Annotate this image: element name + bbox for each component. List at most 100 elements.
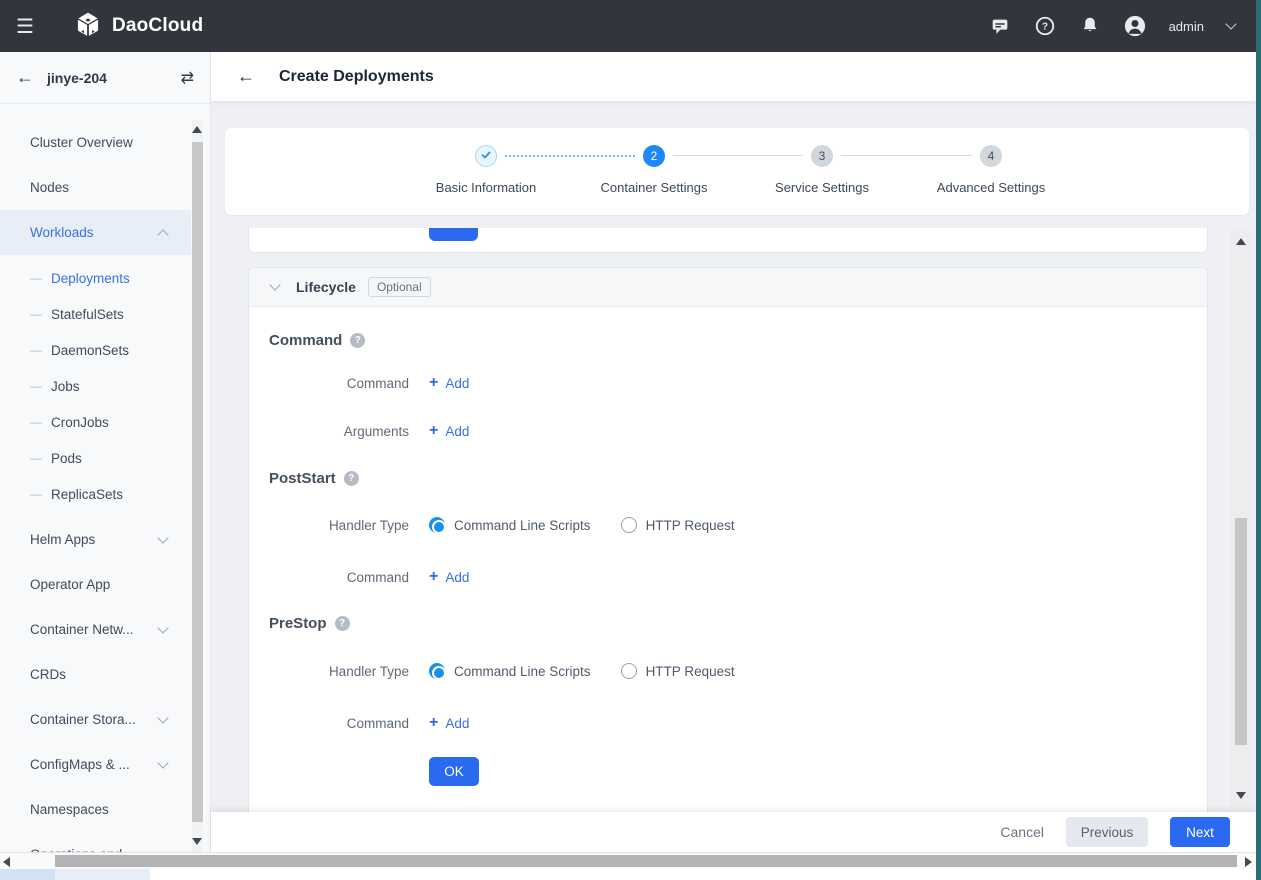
field-label: Command	[269, 570, 409, 585]
sidebar-item-workloads[interactable]: Workloads	[0, 210, 191, 255]
add-prestop-command-button[interactable]: + Add	[429, 714, 469, 732]
question-help-icon[interactable]: ?	[335, 616, 350, 631]
cancel-button[interactable]: Cancel	[1000, 824, 1044, 840]
chevron-down-icon	[157, 712, 168, 723]
step-2-circle[interactable]: 2	[643, 145, 665, 167]
sidebar-item-label: Cluster Overview	[30, 135, 133, 150]
wizard-footer: Cancel Previous Next	[211, 812, 1256, 852]
sidebar-item-statefulsets[interactable]: —StatefulSets	[0, 296, 191, 332]
sidebar-item-label: Nodes	[30, 180, 69, 195]
step-3-label[interactable]: Service Settings	[775, 180, 869, 195]
avatar-icon[interactable]	[1124, 15, 1146, 37]
sidebar-item-container-stora[interactable]: Container Stora...	[0, 697, 191, 742]
brand-logo[interactable]: DaoCloud	[74, 10, 203, 43]
sidebar-item-helm-apps[interactable]: Helm Apps	[0, 517, 191, 562]
radio-label[interactable]: Command Line Scripts	[454, 664, 591, 679]
add-poststart-command-button[interactable]: + Add	[429, 568, 469, 586]
command-group-heading: Command ?	[269, 332, 1187, 349]
radio-unselected-icon[interactable]	[621, 517, 637, 533]
radio-unselected-icon[interactable]	[621, 663, 637, 679]
dash-icon: —	[30, 343, 42, 357]
page-back-arrow-icon[interactable]: ←	[237, 66, 255, 87]
window-edge-strip	[1256, 0, 1261, 880]
sidebar-item-cronjobs[interactable]: —CronJobs	[0, 404, 191, 440]
previous-section-card-clipped	[248, 228, 1208, 253]
previous-button[interactable]: Previous	[1066, 817, 1148, 847]
radio-label[interactable]: HTTP Request	[646, 664, 735, 679]
question-help-icon[interactable]: ?	[350, 333, 365, 348]
content-scrollbar[interactable]	[1230, 230, 1252, 808]
brand-name: DaoCloud	[112, 15, 203, 37]
switch-cluster-icon[interactable]: ⇄	[181, 68, 194, 88]
radio-selected-icon[interactable]	[429, 663, 445, 679]
sidebar-item-label: Namespaces	[30, 802, 109, 817]
sidebar-item-pods[interactable]: —Pods	[0, 440, 191, 476]
sidebar-item-operations-and[interactable]: Operations and	[0, 832, 191, 852]
scroll-up-icon[interactable]	[192, 126, 202, 133]
sidebar-item-replicasets[interactable]: — ReplicaSets	[0, 476, 191, 512]
sidebar-item-label: Workloads	[30, 225, 94, 240]
sidebar-item-operator-app[interactable]: Operator App	[0, 562, 191, 607]
sidebar-item-configmaps[interactable]: ConfigMaps & ...	[0, 742, 191, 787]
bottom-edge-strip	[0, 869, 1261, 880]
sidebar-item-nodes[interactable]: Nodes	[0, 165, 191, 210]
dash-icon: —	[30, 415, 42, 429]
chevron-down-icon[interactable]	[1225, 18, 1236, 29]
sidebar: ← jinye-204 ⇄ Cluster OverviewNodesWorkl…	[0, 52, 211, 852]
back-arrow-icon[interactable]: ←	[16, 67, 34, 88]
dash-icon: —	[30, 271, 42, 285]
scroll-right-icon[interactable]	[1245, 857, 1252, 867]
sidebar-item-label: CRDs	[30, 667, 66, 682]
sidebar-scrollbar-thumb[interactable]	[192, 142, 203, 822]
step-1-label[interactable]: Basic Information	[436, 180, 536, 195]
page-title: Create Deployments	[279, 68, 434, 86]
step-4-circle[interactable]: 4	[980, 145, 1002, 167]
lifecycle-section-header[interactable]: Lifecycle Optional	[249, 268, 1207, 307]
help-icon[interactable]: ?	[1034, 15, 1056, 37]
scroll-left-icon[interactable]	[3, 857, 10, 867]
scroll-up-icon[interactable]	[1236, 238, 1246, 245]
add-arguments-button[interactable]: + Add	[429, 422, 469, 440]
step-2-label[interactable]: Container Settings	[601, 180, 708, 195]
step-4-label[interactable]: Advanced Settings	[937, 180, 1045, 195]
stepper: Basic Information 2 Container Settings 3…	[225, 128, 1249, 215]
field-label: Handler Type	[269, 518, 409, 533]
bell-icon[interactable]	[1079, 15, 1101, 37]
page-header: ← Create Deployments	[211, 52, 1256, 101]
bottom-edge-fragment	[0, 869, 55, 880]
sidebar-item-label: ReplicaSets	[51, 487, 123, 502]
hamburger-menu-icon[interactable]: ☰	[16, 14, 34, 39]
sidebar-item-jobs[interactable]: —Jobs	[0, 368, 191, 404]
ok-button[interactable]: OK	[429, 757, 479, 786]
poststart-command-row: Command + Add	[269, 567, 1187, 587]
horizontal-scrollbar-thumb[interactable]	[55, 855, 1237, 867]
next-button[interactable]: Next	[1170, 817, 1230, 847]
message-icon[interactable]	[989, 15, 1011, 37]
stepper-connector	[841, 155, 972, 156]
scroll-down-icon[interactable]	[1236, 792, 1246, 799]
radio-label[interactable]: Command Line Scripts	[454, 518, 591, 533]
horizontal-scrollbar[interactable]	[0, 852, 1256, 869]
radio-selected-icon[interactable]	[429, 517, 445, 533]
main-area: ← Create Deployments Basic Information 2…	[211, 52, 1256, 880]
svg-text:?: ?	[1042, 22, 1048, 33]
radio-label[interactable]: HTTP Request	[646, 518, 735, 533]
content-scrollbar-thumb[interactable]	[1235, 518, 1247, 745]
sidebar-item-cluster-overview[interactable]: Cluster Overview	[0, 120, 191, 165]
step-3-circle[interactable]: 3	[811, 145, 833, 167]
step-1-circle[interactable]	[475, 145, 497, 167]
scroll-down-icon[interactable]	[192, 838, 202, 845]
sidebar-item-crds[interactable]: CRDs	[0, 652, 191, 697]
sidebar-item-container-netw[interactable]: Container Netw...	[0, 607, 191, 652]
collapse-chevron-icon[interactable]	[269, 279, 280, 290]
prestop-group-heading: PreStop ?	[269, 615, 1187, 632]
clipped-ok-button-fragment[interactable]	[429, 228, 478, 241]
sidebar-item-label: Helm Apps	[30, 532, 95, 547]
sidebar-item-namespaces[interactable]: Namespaces	[0, 787, 191, 832]
question-help-icon[interactable]: ?	[344, 471, 359, 486]
sidebar-scrollbar[interactable]	[192, 120, 203, 852]
sidebar-item-deployments[interactable]: —Deployments	[0, 260, 191, 296]
add-command-button[interactable]: + Add	[429, 374, 469, 392]
sidebar-item-daemonsets[interactable]: —DaemonSets	[0, 332, 191, 368]
dash-icon: —	[30, 487, 42, 501]
